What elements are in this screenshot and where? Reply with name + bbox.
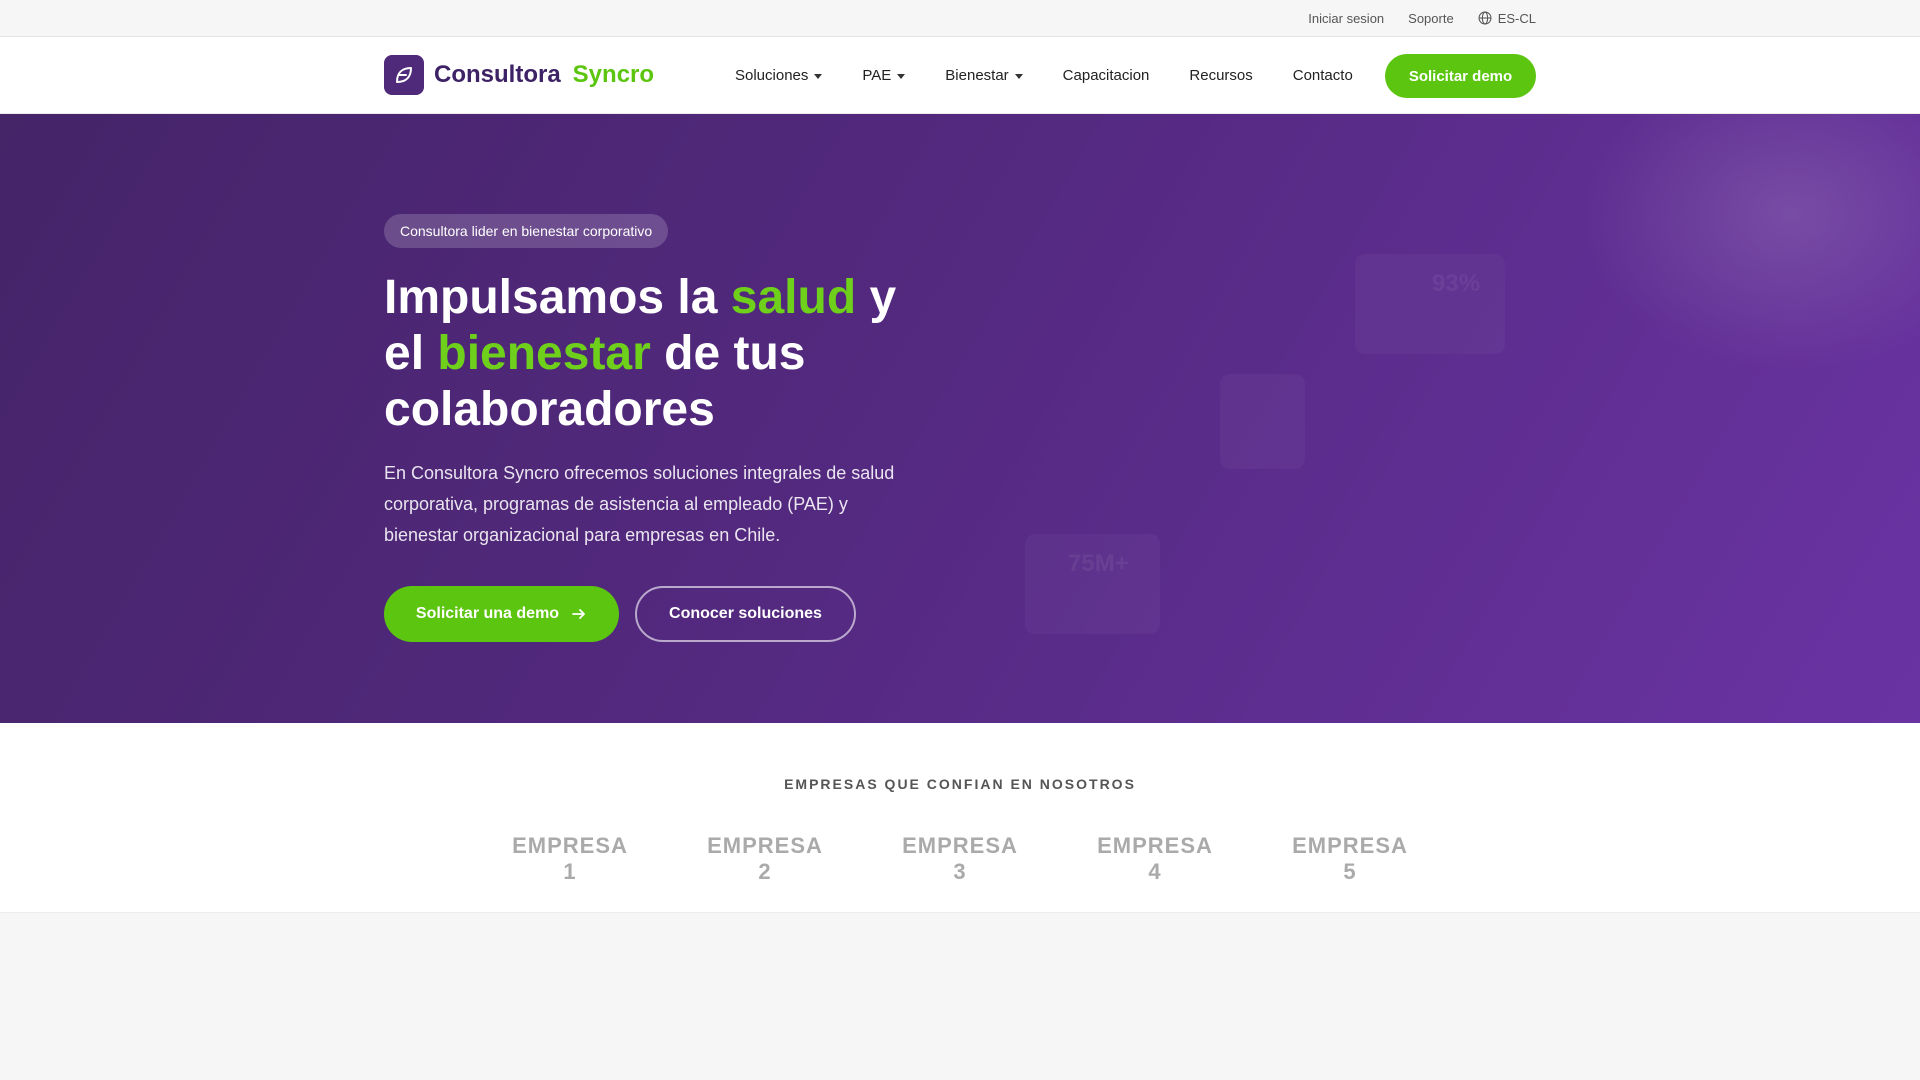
login-link[interactable]: Iniciar sesion: [1308, 11, 1384, 26]
request-demo-button[interactable]: Solicitar demo: [1385, 54, 1536, 98]
hero-title-accent: bienestar: [437, 327, 651, 380]
main-navbar: Consultora Syncro Soluciones PAE Bienest…: [0, 37, 1920, 114]
nav-item-pae[interactable]: PAE: [862, 67, 906, 84]
nav-item-label: Recursos: [1189, 67, 1253, 84]
client-logo: EMPRESA 1: [512, 833, 628, 884]
client-logo: EMPRESA 2: [707, 833, 823, 884]
decorative-card: [1220, 374, 1305, 469]
nav-item-label: PAE: [862, 67, 892, 84]
hero-badge: Consultora lider en bienestar corporativ…: [384, 214, 669, 248]
nav-item-recursos[interactable]: Recursos: [1189, 67, 1252, 84]
hero-section: 93% 75M+ Consultora lider en bienestar c…: [0, 114, 1920, 723]
support-link[interactable]: Soporte: [1408, 11, 1454, 26]
hero-title-text: Impulsamos la: [384, 271, 731, 324]
utility-bar: Iniciar sesion Soporte ES-CL: [0, 0, 1920, 37]
hero-title-accent: salud: [730, 271, 857, 324]
button-label: Solicitar una demo: [415, 605, 560, 622]
decorative-card: [1025, 534, 1160, 634]
decorative-stat: 93%: [1432, 270, 1481, 297]
arrow-right-icon: [572, 609, 585, 619]
nav-item-soluciones[interactable]: Soluciones: [735, 67, 823, 84]
nav-item-contacto[interactable]: Contacto: [1293, 67, 1353, 84]
caret-down-icon: [814, 73, 823, 79]
request-demo-hero-button[interactable]: Solicitar una demo: [384, 586, 619, 642]
hero-description: En Consultora Syncro ofrecemos solucione…: [384, 463, 895, 545]
nav-item-label: Capacitacion: [1062, 67, 1150, 84]
decorative-stat: 75M+: [1068, 550, 1129, 577]
client-logo: EMPRESA 4: [1097, 833, 1213, 884]
caret-down-icon: [1014, 73, 1023, 79]
view-solutions-button[interactable]: Conocer soluciones: [635, 586, 856, 642]
logo-text-accent: Syncro: [572, 61, 655, 88]
clients-section: EMPRESAS QUE CONFIAN EN NOSOTROS EMPRESA…: [0, 723, 1920, 913]
hero-title: Impulsamos la salud y el bienestar de tu…: [384, 270, 944, 438]
language-label: ES-CL: [1497, 10, 1536, 26]
language-selector[interactable]: ES-CL: [1478, 11, 1536, 26]
client-logo: EMPRESA 3: [902, 833, 1018, 884]
globe-icon: [1478, 11, 1492, 25]
logo[interactable]: Consultora Syncro: [384, 55, 654, 95]
hero-glow: [1580, 114, 1920, 374]
utility-links: Iniciar sesion Soporte ES-CL: [1308, 0, 1536, 36]
nav-item-label: Bienestar: [945, 67, 1009, 84]
logo-text-primary: Consultora: [434, 61, 561, 88]
caret-down-icon: [897, 73, 906, 79]
nav-item-label: Contacto: [1292, 67, 1353, 84]
clients-title: EMPRESAS QUE CONFIAN EN NOSOTROS: [784, 776, 1136, 792]
decorative-card: [1355, 254, 1505, 354]
nav-item-capacitacion[interactable]: Capacitacion: [1063, 67, 1150, 84]
leaf-logo-icon: [384, 55, 424, 95]
client-logos: EMPRESA 1 EMPRESA 2 EMPRESA 3 EMPRESA 4 …: [0, 833, 1920, 885]
client-logo: EMPRESA 5: [1292, 833, 1408, 884]
nav-menu: Soluciones PAE Bienestar Capacitacion Re…: [735, 37, 1393, 114]
nav-item-bienestar[interactable]: Bienestar: [945, 67, 1023, 84]
nav-item-label: Soluciones: [735, 67, 809, 84]
